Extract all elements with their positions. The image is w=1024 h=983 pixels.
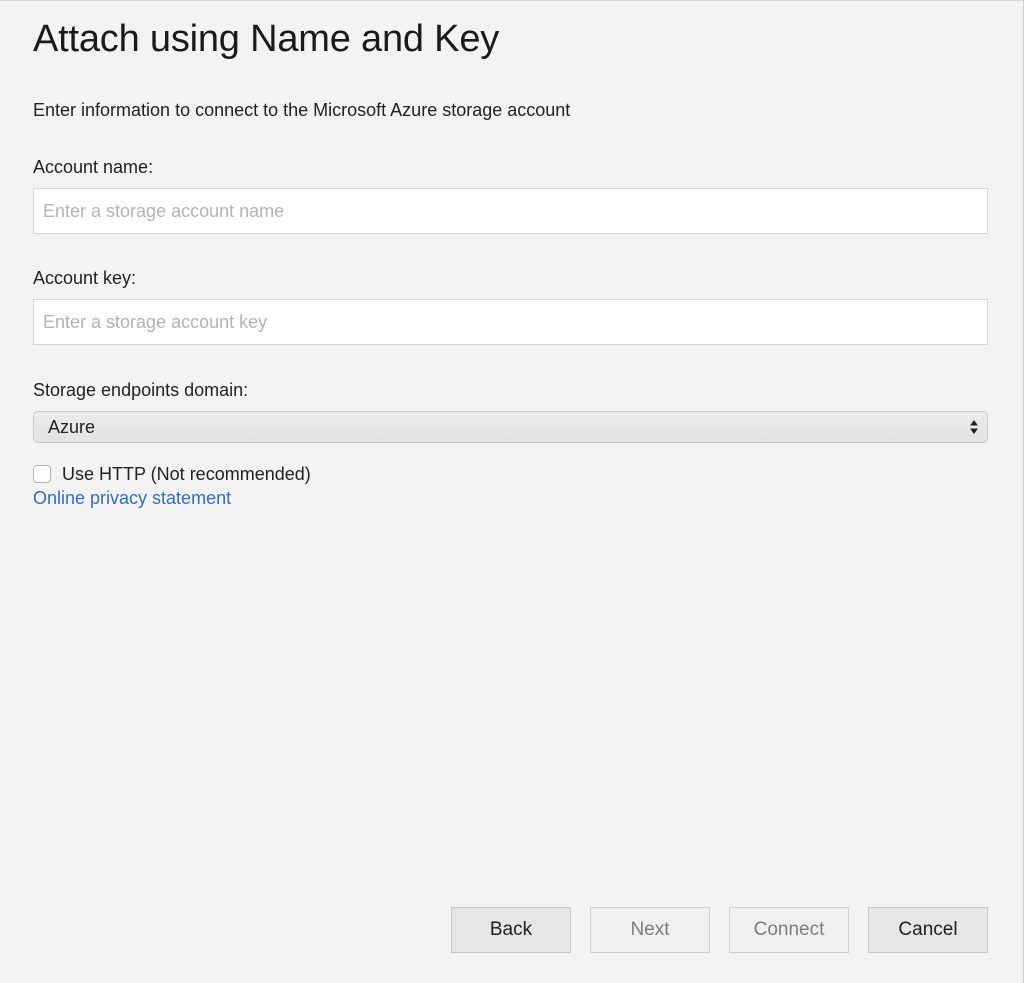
up-down-chevron-icon — [970, 420, 978, 434]
endpoints-domain-selected: Azure — [48, 417, 96, 437]
use-http-checkbox[interactable] — [33, 465, 51, 483]
cancel-button[interactable]: Cancel — [868, 907, 988, 953]
dialog-subtitle: Enter information to connect to the Micr… — [33, 100, 571, 120]
account-key-input[interactable] — [33, 299, 988, 345]
privacy-statement-link[interactable]: Online privacy statement — [33, 488, 231, 509]
account-name-input[interactable] — [33, 188, 988, 234]
account-name-label: Account name: — [33, 157, 154, 177]
connect-button[interactable]: Connect — [729, 907, 849, 953]
endpoints-domain-select[interactable]: Azure — [33, 411, 988, 443]
endpoints-domain-label: Storage endpoints domain: — [33, 380, 249, 400]
dialog-title: Attach using Name and Key — [33, 18, 500, 60]
use-http-row: Use HTTP (Not recommended) — [33, 463, 311, 485]
back-button[interactable]: Back — [451, 907, 571, 953]
next-button[interactable]: Next — [590, 907, 710, 953]
account-key-label: Account key: — [33, 268, 137, 288]
use-http-label[interactable]: Use HTTP (Not recommended) — [62, 464, 311, 485]
attach-dialog: Attach using Name and Key Enter informat… — [0, 0, 1024, 983]
